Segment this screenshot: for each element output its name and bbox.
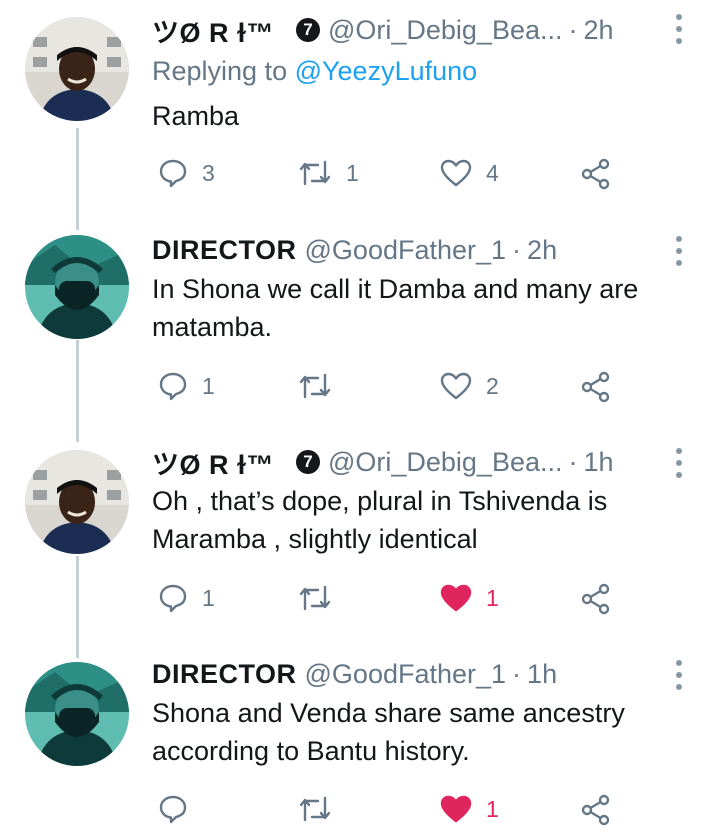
display-name[interactable]: ツØ R ɫ™ (152, 11, 274, 50)
reply-icon (159, 159, 187, 188)
retweet-icon (299, 160, 331, 186)
reply-icon (159, 584, 187, 613)
more-vertical-icon[interactable] (672, 236, 686, 266)
timestamp[interactable]: 1h (584, 447, 614, 478)
separator: · (512, 658, 522, 689)
tweet-text: Ramba (152, 101, 240, 131)
reply-count: 1 (202, 584, 215, 611)
tweet-text: Shona and Venda share same ancestry acco… (152, 698, 625, 766)
retweet-count: 1 (346, 159, 359, 186)
handle[interactable]: @GoodFather_1 (305, 659, 507, 690)
handle[interactable]: @Ori_Debig_Bea... (328, 15, 563, 46)
tweet-header: DIRECTOR @GoodFather_1 · 2h (152, 230, 557, 270)
like-count: 2 (486, 372, 499, 399)
display-name[interactable]: DIRECTOR (152, 235, 297, 266)
heart-icon (440, 372, 472, 400)
reply-icon (159, 372, 187, 401)
handle[interactable]: @Ori_Debig_Bea... (328, 447, 563, 478)
display-name[interactable]: ツØ R ɫ™ (152, 443, 274, 482)
retweet-button[interactable] (298, 371, 346, 401)
reply-button[interactable]: 3 (158, 158, 215, 188)
tweet-header: ツØ R ɫ™ 7 @Ori_Debig_Bea... · 1h (152, 442, 614, 482)
avatar[interactable] (25, 235, 129, 339)
tweet[interactable]: DIRECTOR @GoodFather_1 · 2h In Shona we … (0, 222, 720, 434)
reply-button[interactable]: 1 (158, 371, 215, 401)
avatar[interactable] (25, 17, 129, 121)
avatar[interactable] (25, 450, 129, 554)
retweet-button[interactable] (298, 794, 346, 824)
retweet-icon (299, 585, 331, 611)
like-count: 1 (486, 584, 499, 611)
share-icon (581, 371, 610, 403)
share-button[interactable] (580, 158, 612, 190)
reply-button[interactable] (158, 794, 202, 824)
like-count: 4 (486, 159, 499, 186)
like-count: 1 (486, 795, 499, 822)
tweet-header: ツØ R ɫ™ 7 @Ori_Debig_Bea... · 2h (152, 10, 614, 50)
share-icon (581, 583, 610, 615)
replying-to-mention[interactable]: @YeezyLufuno (295, 56, 478, 86)
display-name[interactable]: DIRECTOR (152, 659, 297, 690)
heart-icon (440, 159, 472, 187)
tweet-header: DIRECTOR @GoodFather_1 · 1h (152, 654, 557, 694)
timestamp[interactable]: 2h (584, 15, 614, 46)
heart-filled-icon (440, 795, 472, 823)
handle[interactable]: @GoodFather_1 (305, 235, 507, 266)
retweet-icon (299, 796, 331, 822)
more-vertical-icon[interactable] (672, 448, 686, 478)
separator: · (512, 234, 522, 265)
separator: · (568, 446, 578, 477)
share-button[interactable] (580, 794, 612, 826)
like-button[interactable]: 4 (440, 158, 499, 188)
avatar[interactable] (25, 662, 129, 766)
share-icon (581, 794, 610, 826)
more-vertical-icon[interactable] (672, 14, 686, 44)
replying-to: Replying to @YeezyLufuno (152, 56, 477, 87)
reply-count: 1 (202, 372, 215, 399)
timestamp[interactable]: 2h (527, 235, 557, 266)
retweet-icon (299, 373, 331, 399)
share-icon (581, 158, 610, 190)
tweet[interactable]: DIRECTOR @GoodFather_1 · 1h Shona and Ve… (0, 646, 720, 836)
tweet-text: Oh , that’s dope, plural in Tshivenda is… (152, 486, 608, 554)
reply-count: 3 (202, 159, 215, 186)
heart-filled-icon (440, 584, 472, 612)
separator: · (568, 14, 578, 45)
like-button[interactable]: 2 (440, 371, 499, 401)
tweet[interactable]: ツØ R ɫ™ 7 @Ori_Debig_Bea... · 2h Replyin… (0, 0, 720, 222)
verified-badge-icon: 7 (295, 450, 320, 474)
retweet-button[interactable] (298, 583, 346, 613)
like-button[interactable]: 1 (440, 583, 499, 613)
more-vertical-icon[interactable] (672, 660, 686, 690)
tweet[interactable]: ツØ R ɫ™ 7 @Ori_Debig_Bea... · 1h Oh , th… (0, 434, 720, 646)
tweet-text: In Shona we call it Damba and many are m… (152, 274, 639, 342)
share-button[interactable] (580, 371, 612, 403)
verified-badge-icon: 7 (295, 18, 320, 42)
timestamp[interactable]: 1h (527, 659, 557, 690)
reply-icon (159, 795, 187, 824)
reply-button[interactable]: 1 (158, 583, 215, 613)
replying-prefix: Replying to (152, 56, 295, 86)
retweet-button[interactable]: 1 (298, 158, 359, 188)
like-button[interactable]: 1 (440, 794, 499, 824)
share-button[interactable] (580, 583, 612, 615)
